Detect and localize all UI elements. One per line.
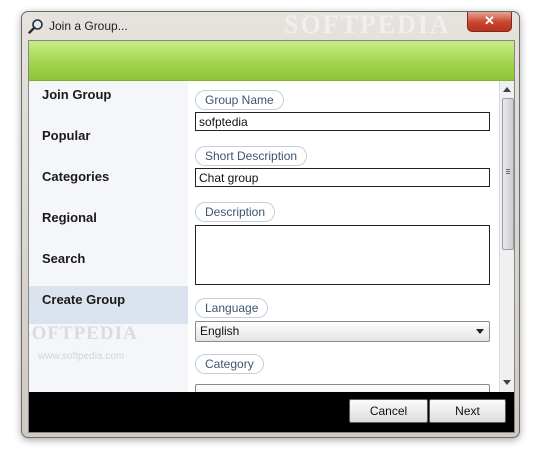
cancel-button[interactable]: Cancel <box>349 399 428 423</box>
close-icon: ✕ <box>484 13 495 28</box>
sidebar-item-label: Search <box>42 251 86 266</box>
sidebar-item-label: Regional <box>42 210 97 225</box>
sidebar-item-label: Join Group <box>42 87 112 102</box>
grip-line <box>506 169 510 170</box>
sidebar-item-popular[interactable]: Popular <box>29 122 188 160</box>
grip-line <box>506 171 510 172</box>
scroll-thumb[interactable] <box>502 98 514 250</box>
scroll-down-icon[interactable] <box>503 380 511 385</box>
scroll-up-icon[interactable] <box>503 87 511 92</box>
create-group-form: Group Name sofptedia Short Description C… <box>188 81 499 392</box>
sidebar-item-categories[interactable]: Categories <box>29 163 188 201</box>
description-textarea[interactable] <box>195 225 490 285</box>
magnifier-icon <box>28 19 43 34</box>
sidebar-item-label: Create Group <box>42 292 126 307</box>
sidebar-item-label: Categories <box>42 169 110 184</box>
group-name-input[interactable]: sofptedia <box>195 112 490 131</box>
sidebar: Join Group Popular Categories Regional S… <box>29 81 188 392</box>
short-description-label: Short Description <box>195 146 308 166</box>
language-label: Language <box>195 298 269 318</box>
dialog-content: Join Group Popular Categories Regional S… <box>28 40 515 433</box>
sidebar-watermark: SOFTPEDIA <box>28 323 138 344</box>
short-description-input[interactable]: Chat group <box>195 168 490 187</box>
sidebar-item-regional[interactable]: Regional <box>29 204 188 242</box>
grip-line <box>506 173 510 174</box>
description-label: Description <box>195 202 276 222</box>
next-button[interactable]: Next <box>429 399 506 423</box>
chevron-down-icon <box>476 329 484 334</box>
form-scrollbar[interactable] <box>499 81 514 392</box>
group-name-label: Group Name <box>195 90 284 110</box>
title-bar[interactable]: Join a Group... SOFTPEDIA ✕ <box>22 10 519 40</box>
language-select[interactable]: English <box>195 321 490 342</box>
sidebar-item-search[interactable]: Search <box>29 245 188 283</box>
header-banner <box>29 41 514 81</box>
window-title: Join a Group... <box>49 19 128 33</box>
language-selected-value: English <box>200 324 240 338</box>
sidebar-item-create-group[interactable]: Create Group <box>29 286 188 324</box>
dialog-window: Join a Group... SOFTPEDIA ✕ Join Group P… <box>21 10 520 438</box>
watermark: SOFTPEDIA <box>284 10 451 39</box>
sidebar-item-join-group[interactable]: Join Group <box>29 81 188 119</box>
category-label: Category <box>195 354 264 374</box>
sidebar-watermark-url: www.softpedia.com <box>38 351 125 362</box>
sidebar-item-label: Popular <box>42 128 91 143</box>
category-select[interactable] <box>195 384 490 392</box>
footer-bar: Cancel Next <box>29 392 514 432</box>
close-button[interactable]: ✕ <box>467 12 512 32</box>
